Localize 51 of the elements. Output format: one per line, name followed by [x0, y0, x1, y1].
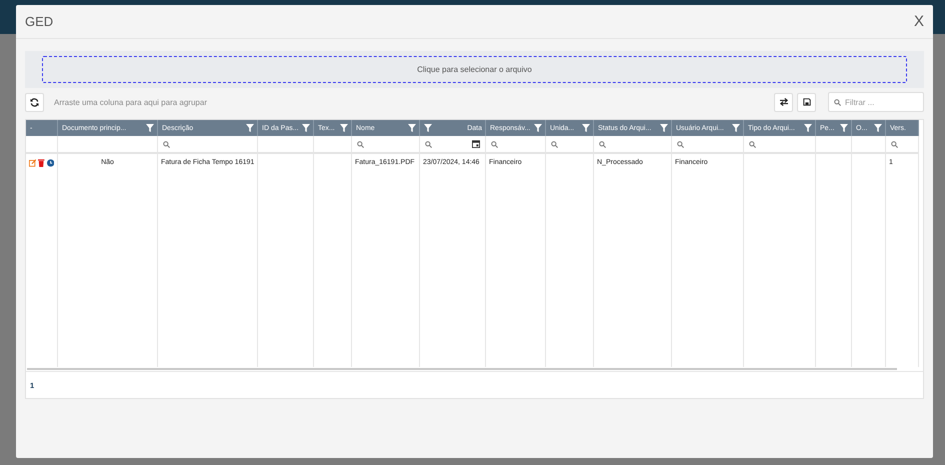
- search-icon: [834, 98, 841, 106]
- dialog-title: GED: [25, 14, 54, 29]
- filter-cell[interactable]: [816, 136, 852, 154]
- filter-cell[interactable]: [486, 136, 546, 154]
- filter-icon[interactable]: [804, 124, 812, 132]
- filter-cell[interactable]: [546, 136, 594, 154]
- filter-icon[interactable]: [534, 124, 542, 132]
- search-field[interactable]: Filtrar ...: [828, 92, 924, 112]
- filter-icon[interactable]: [660, 124, 668, 132]
- swap-columns-button[interactable]: [774, 92, 793, 112]
- swap-icon: [778, 98, 788, 106]
- trash-icon[interactable]: [38, 159, 45, 167]
- save-button[interactable]: [797, 92, 816, 112]
- filter-icon[interactable]: [582, 124, 590, 132]
- save-icon: [802, 98, 810, 106]
- calendar-icon[interactable]: [472, 140, 480, 148]
- filter-cell[interactable]: [594, 136, 672, 154]
- file-drop-zone[interactable]: Clique para selecionar o arquivo: [42, 56, 907, 83]
- filter-cell[interactable]: [744, 136, 816, 154]
- filter-cell[interactable]: [258, 136, 314, 154]
- search-icon: [491, 140, 498, 148]
- clock-icon[interactable]: [46, 159, 54, 167]
- filter-icon[interactable]: [146, 124, 154, 132]
- filter-cell[interactable]: [26, 136, 58, 154]
- close-button[interactable]: X: [914, 13, 924, 30]
- filter-cell[interactable]: [852, 136, 886, 154]
- filter-icon[interactable]: [840, 124, 848, 132]
- filter-cell[interactable]: [420, 136, 486, 154]
- filter-icon[interactable]: [340, 124, 348, 132]
- filter-cell[interactable]: [886, 136, 919, 154]
- filter-icon[interactable]: [246, 124, 254, 132]
- filter-cell[interactable]: [58, 136, 158, 154]
- filter-icon[interactable]: [302, 124, 310, 132]
- search-icon: [599, 140, 606, 148]
- edit-icon[interactable]: [29, 159, 36, 167]
- filter-cell[interactable]: [352, 136, 420, 154]
- search-icon: [357, 140, 364, 148]
- filter-icon[interactable]: [732, 124, 740, 132]
- search-icon: [891, 140, 898, 148]
- search-icon: [677, 140, 684, 148]
- search-icon: [163, 140, 170, 148]
- search-icon: [551, 140, 558, 148]
- refresh-icon: [30, 98, 39, 106]
- filter-icon[interactable]: [874, 124, 882, 132]
- filter-cell[interactable]: [672, 136, 744, 154]
- filter-cell[interactable]: [158, 136, 258, 154]
- refresh-button[interactable]: [25, 92, 44, 112]
- search-icon: [749, 140, 756, 148]
- search-icon: [425, 140, 432, 148]
- group-hint: Arraste uma coluna para aqui para agrupar: [54, 98, 208, 106]
- filter-cell[interactable]: [314, 136, 352, 154]
